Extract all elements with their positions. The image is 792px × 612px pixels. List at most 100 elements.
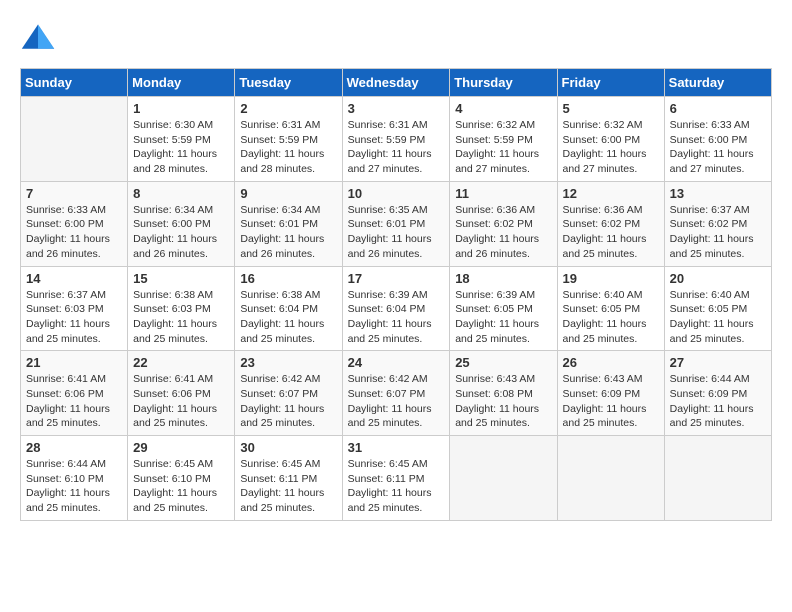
day-number: 26 (563, 355, 659, 370)
day-info: Sunrise: 6:31 AMSunset: 5:59 PMDaylight:… (348, 118, 445, 177)
calendar-week-2: 7 Sunrise: 6:33 AMSunset: 6:00 PMDaylight… (21, 181, 772, 266)
logo (20, 20, 60, 56)
day-number: 15 (133, 271, 229, 286)
header-friday: Friday (557, 69, 664, 97)
day-number: 8 (133, 186, 229, 201)
calendar-cell (557, 436, 664, 521)
calendar-cell: 30 Sunrise: 6:45 AMSunset: 6:11 PMDayligh… (235, 436, 342, 521)
day-number: 11 (455, 186, 551, 201)
calendar-cell (664, 436, 771, 521)
day-info: Sunrise: 6:33 AMSunset: 6:00 PMDaylight:… (26, 203, 122, 262)
header-saturday: Saturday (664, 69, 771, 97)
day-number: 31 (348, 440, 445, 455)
calendar-cell: 20Sunrise: 6:40 AMSunset: 6:05 PMDayligh… (664, 266, 771, 351)
day-info: Sunrise: 6:36 AMSunset: 6:02 PMDaylight:… (563, 203, 659, 262)
day-info: Sunrise: 6:41 AMSunset: 6:06 PMDaylight:… (26, 372, 122, 431)
day-number: 2 (240, 101, 336, 116)
calendar-cell (21, 97, 128, 182)
day-number: 24 (348, 355, 445, 370)
day-info: Sunrise: 6:40 AMSunset: 6:05 PMDaylight:… (563, 288, 659, 347)
calendar-cell: 15 Sunrise: 6:38 AMSunset: 6:03 PMDayligh… (128, 266, 235, 351)
day-number: 22 (133, 355, 229, 370)
header-monday: Monday (128, 69, 235, 97)
day-info: Sunrise: 6:45 AMSunset: 6:10 PMDaylight:… (133, 457, 229, 516)
calendar-cell: 16Sunrise: 6:38 AMSunset: 6:04 PMDayligh… (235, 266, 342, 351)
day-info: Sunrise: 6:45 AMSunset: 6:11 PMDaylight:… (240, 457, 336, 516)
calendar-cell: 31 Sunrise: 6:45 AMSunset: 6:11 PMDayligh… (342, 436, 450, 521)
day-info: Sunrise: 6:30 AMSunset: 5:59 PMDaylight:… (133, 118, 229, 177)
day-number: 28 (26, 440, 122, 455)
calendar-cell: 5 Sunrise: 6:32 AMSunset: 6:00 PMDaylight… (557, 97, 664, 182)
day-info: Sunrise: 6:45 AMSunset: 6:11 PMDaylight:… (348, 457, 445, 516)
calendar-cell (450, 436, 557, 521)
day-info: Sunrise: 6:32 AMSunset: 6:00 PMDaylight:… (563, 118, 659, 177)
day-number: 29 (133, 440, 229, 455)
calendar-cell: 2 Sunrise: 6:31 AMSunset: 5:59 PMDaylight… (235, 97, 342, 182)
calendar-cell: 19 Sunrise: 6:40 AMSunset: 6:05 PMDayligh… (557, 266, 664, 351)
calendar-cell: 17 Sunrise: 6:39 AMSunset: 6:04 PMDayligh… (342, 266, 450, 351)
calendar-cell: 9 Sunrise: 6:34 AMSunset: 6:01 PMDaylight… (235, 181, 342, 266)
calendar-cell: 21 Sunrise: 6:41 AMSunset: 6:06 PMDayligh… (21, 351, 128, 436)
calendar-week-5: 28 Sunrise: 6:44 AMSunset: 6:10 PMDayligh… (21, 436, 772, 521)
day-info: Sunrise: 6:34 AMSunset: 6:00 PMDaylight:… (133, 203, 229, 262)
day-number: 12 (563, 186, 659, 201)
day-number: 17 (348, 271, 445, 286)
calendar-cell: 1 Sunrise: 6:30 AMSunset: 5:59 PMDaylight… (128, 97, 235, 182)
header-tuesday: Tuesday (235, 69, 342, 97)
calendar-cell: 23Sunrise: 6:42 AMSunset: 6:07 PMDayligh… (235, 351, 342, 436)
day-info: Sunrise: 6:32 AMSunset: 5:59 PMDaylight:… (455, 118, 551, 177)
day-number: 7 (26, 186, 122, 201)
calendar-cell: 25Sunrise: 6:43 AMSunset: 6:08 PMDayligh… (450, 351, 557, 436)
day-info: Sunrise: 6:44 AMSunset: 6:09 PMDaylight:… (670, 372, 766, 431)
calendar-cell: 24 Sunrise: 6:42 AMSunset: 6:07 PMDayligh… (342, 351, 450, 436)
day-number: 4 (455, 101, 551, 116)
day-number: 25 (455, 355, 551, 370)
header-thursday: Thursday (450, 69, 557, 97)
day-number: 20 (670, 271, 766, 286)
day-info: Sunrise: 6:35 AMSunset: 6:01 PMDaylight:… (348, 203, 445, 262)
day-info: Sunrise: 6:31 AMSunset: 5:59 PMDaylight:… (240, 118, 336, 177)
day-info: Sunrise: 6:42 AMSunset: 6:07 PMDaylight:… (240, 372, 336, 431)
calendar-week-4: 21 Sunrise: 6:41 AMSunset: 6:06 PMDayligh… (21, 351, 772, 436)
day-info: Sunrise: 6:37 AMSunset: 6:02 PMDaylight:… (670, 203, 766, 262)
calendar: SundayMondayTuesdayWednesdayThursdayFrid… (20, 68, 772, 521)
calendar-cell: 3 Sunrise: 6:31 AMSunset: 5:59 PMDaylight… (342, 97, 450, 182)
day-info: Sunrise: 6:38 AMSunset: 6:03 PMDaylight:… (133, 288, 229, 347)
calendar-cell: 14Sunrise: 6:37 AMSunset: 6:03 PMDayligh… (21, 266, 128, 351)
calendar-week-3: 14Sunrise: 6:37 AMSunset: 6:03 PMDayligh… (21, 266, 772, 351)
header-sunday: Sunday (21, 69, 128, 97)
day-number: 5 (563, 101, 659, 116)
day-info: Sunrise: 6:39 AMSunset: 6:05 PMDaylight:… (455, 288, 551, 347)
calendar-cell: 10 Sunrise: 6:35 AMSunset: 6:01 PMDayligh… (342, 181, 450, 266)
calendar-cell: 6Sunrise: 6:33 AMSunset: 6:00 PMDaylight… (664, 97, 771, 182)
day-info: Sunrise: 6:37 AMSunset: 6:03 PMDaylight:… (26, 288, 122, 347)
day-number: 18 (455, 271, 551, 286)
calendar-cell: 11 Sunrise: 6:36 AMSunset: 6:02 PMDayligh… (450, 181, 557, 266)
day-info: Sunrise: 6:38 AMSunset: 6:04 PMDaylight:… (240, 288, 336, 347)
day-number: 21 (26, 355, 122, 370)
day-number: 3 (348, 101, 445, 116)
header-wednesday: Wednesday (342, 69, 450, 97)
day-info: Sunrise: 6:36 AMSunset: 6:02 PMDaylight:… (455, 203, 551, 262)
day-info: Sunrise: 6:33 AMSunset: 6:00 PMDaylight:… (670, 118, 766, 177)
calendar-cell: 8 Sunrise: 6:34 AMSunset: 6:00 PMDaylight… (128, 181, 235, 266)
day-number: 1 (133, 101, 229, 116)
page-header (20, 20, 772, 56)
day-number: 30 (240, 440, 336, 455)
day-info: Sunrise: 6:42 AMSunset: 6:07 PMDaylight:… (348, 372, 445, 431)
calendar-cell: 29 Sunrise: 6:45 AMSunset: 6:10 PMDayligh… (128, 436, 235, 521)
calendar-cell: 12 Sunrise: 6:36 AMSunset: 6:02 PMDayligh… (557, 181, 664, 266)
day-info: Sunrise: 6:41 AMSunset: 6:06 PMDaylight:… (133, 372, 229, 431)
day-number: 9 (240, 186, 336, 201)
calendar-cell: 27 Sunrise: 6:44 AMSunset: 6:09 PMDayligh… (664, 351, 771, 436)
day-info: Sunrise: 6:39 AMSunset: 6:04 PMDaylight:… (348, 288, 445, 347)
day-info: Sunrise: 6:43 AMSunset: 6:09 PMDaylight:… (563, 372, 659, 431)
calendar-cell: 7 Sunrise: 6:33 AMSunset: 6:00 PMDaylight… (21, 181, 128, 266)
day-number: 19 (563, 271, 659, 286)
day-number: 13 (670, 186, 766, 201)
calendar-week-1: 1 Sunrise: 6:30 AMSunset: 5:59 PMDaylight… (21, 97, 772, 182)
day-info: Sunrise: 6:44 AMSunset: 6:10 PMDaylight:… (26, 457, 122, 516)
day-number: 27 (670, 355, 766, 370)
day-info: Sunrise: 6:34 AMSunset: 6:01 PMDaylight:… (240, 203, 336, 262)
day-number: 10 (348, 186, 445, 201)
